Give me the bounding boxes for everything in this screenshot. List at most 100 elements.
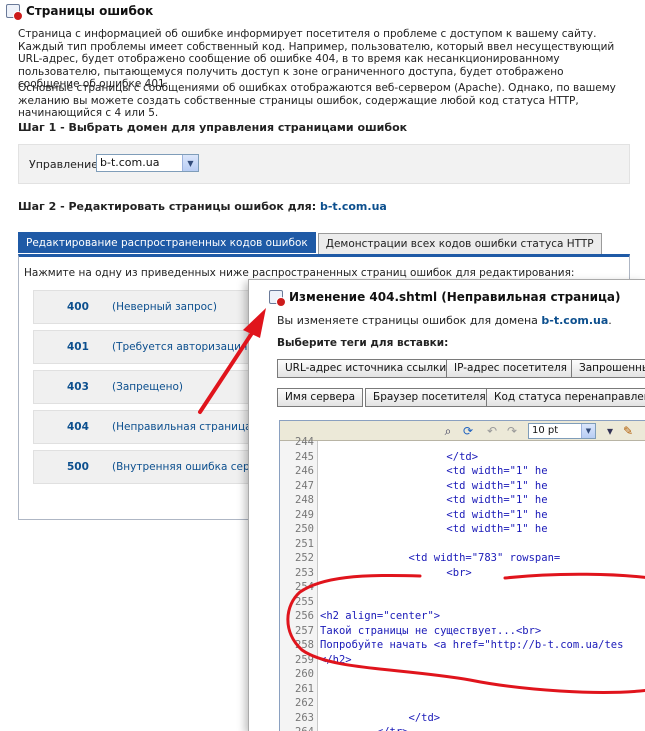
page-header: Страницы ошибок — [6, 4, 154, 21]
line-number: 253 — [295, 566, 314, 579]
line-number: 254 — [295, 581, 314, 593]
code-line[interactable]: 249 <td width="1" he — [280, 508, 645, 522]
code-line[interactable]: 246 <td width="1" he — [280, 464, 645, 478]
insert-visitor-browser-button[interactable]: Браузер посетителя — [365, 388, 494, 407]
line-number: 259 — [295, 653, 314, 666]
step1-title: Шаг 1 - Выбрать домен для управления стр… — [18, 121, 408, 134]
select-tags-label: Выберите теги для вставки: — [277, 337, 449, 349]
error-code-number[interactable]: 404 — [67, 421, 89, 433]
insert-server-name-button[interactable]: Имя сервера — [277, 388, 364, 407]
line-number: 249 — [295, 508, 314, 521]
error-code-description[interactable]: (Требуется авторизация) — [112, 341, 251, 353]
error-code-row-500[interactable]: 500 (Внутренняя ошибка серве — [33, 450, 271, 484]
code-line[interactable]: 254 — [280, 580, 645, 594]
code-line[interactable]: 261 — [280, 682, 645, 696]
step1-box: Управление: b-t.com.ua ▼ — [18, 144, 630, 184]
code-line[interactable]: 259 </h2> — [280, 653, 645, 667]
error-code-description[interactable]: (Запрещено) — [112, 381, 183, 393]
editor-domain-link[interactable]: b-t.com.ua — [541, 314, 608, 327]
error-code-description[interactable]: (Неверный запрос) — [112, 301, 217, 313]
line-code[interactable]: </td> — [320, 711, 441, 725]
line-code[interactable]: </td> — [320, 450, 478, 464]
code-line[interactable]: 260 — [280, 667, 645, 681]
error-code-number[interactable]: 403 — [67, 381, 89, 393]
line-code[interactable]: Попробуйте начать <a href="http://b-t.co… — [320, 638, 623, 652]
line-code[interactable]: <h2 align="center"> — [320, 609, 440, 623]
tab-common-error-codes[interactable]: Редактирование распространенных кодов ош… — [18, 232, 316, 253]
code-line[interactable]: 252 <td width="783" rowspan= — [280, 551, 645, 565]
insert-visitor-ip-button[interactable]: IP-адрес посетителя — [446, 359, 575, 378]
error-page-icon — [269, 290, 286, 307]
line-number: 264 — [280, 725, 314, 731]
code-line[interactable]: 250 <td width="1" he — [280, 522, 645, 536]
code-line[interactable]: 263 </td> — [280, 711, 645, 725]
editor-window: Изменение 404.shtml (Неправильная страни… — [248, 279, 645, 731]
panel-instruction: Нажмите на одну из приведенных ниже расп… — [24, 267, 575, 279]
chevron-down-icon[interactable]: ▼ — [182, 155, 198, 171]
editor-subtitle: Вы изменяете страницы ошибок для домена … — [277, 314, 612, 327]
line-code[interactable]: <td width="1" he — [320, 493, 547, 507]
error-code-number[interactable]: 500 — [67, 461, 89, 473]
code-line[interactable]: 247 <td width="1" he — [280, 479, 645, 493]
line-number: 263 — [295, 711, 314, 724]
intro-paragraph-2: Основные страницы с сообщениями об ошибк… — [18, 82, 616, 119]
page-title: Страницы ошибок — [26, 4, 154, 18]
line-number: 248 — [295, 494, 314, 506]
line-number: 261 — [295, 682, 314, 695]
line-number: 250 — [295, 523, 314, 535]
error-code-number[interactable]: 401 — [67, 341, 89, 353]
editor-subtitle-prefix: Вы изменяете страницы ошибок для домена — [277, 314, 542, 327]
error-code-row-404[interactable]: 404 (Неправильная страница) — [33, 410, 271, 444]
insert-requested-url-button[interactable]: Запрошенны — [571, 359, 645, 378]
line-number: 246 — [295, 465, 314, 477]
code-line[interactable]: 264 </tr> — [280, 725, 645, 731]
code-line[interactable]: 244 — [280, 435, 645, 449]
editor-title: Изменение 404.shtml (Неправильная страни… — [289, 290, 621, 304]
step2-title-prefix: Шаг 2 - Редактировать страницы ошибок дл… — [18, 200, 320, 213]
insert-redirect-status-button[interactable]: Код статуса перенаправлени — [486, 388, 645, 407]
domain-select-value: b-t.com.ua — [100, 156, 160, 169]
line-code[interactable]: </h2> — [320, 653, 352, 667]
error-page-icon — [6, 4, 23, 21]
code-line[interactable]: 248 <td width="1" he — [280, 493, 645, 507]
line-code[interactable]: <td width="1" he — [320, 479, 547, 493]
code-editor[interactable]: ⌕ ⟳ ↶ ↷ 10 pt ▼ ▾ ✎ 244 245 </td> 246 <td … — [279, 420, 645, 731]
code-line[interactable]: 257 Такой страницы не существует...<br> — [280, 624, 645, 638]
error-code-number[interactable]: 400 — [67, 301, 89, 313]
editor-subtitle-suffix: . — [608, 314, 612, 327]
domain-select-label: Управление: — [29, 158, 102, 171]
line-code[interactable]: <td width="1" he — [320, 464, 547, 478]
code-line[interactable]: 256 <h2 align="center"> — [280, 609, 645, 623]
code-line[interactable]: 253 <br> — [280, 566, 645, 580]
code-line[interactable]: 262 — [280, 696, 645, 710]
step2-title: Шаг 2 - Редактировать страницы ошибок дл… — [18, 200, 387, 213]
line-code[interactable]: <td width="1" he — [320, 522, 547, 536]
line-number: 247 — [295, 479, 314, 492]
error-code-description[interactable]: (Внутренняя ошибка серве — [112, 461, 262, 473]
error-code-row-400[interactable]: 400 (Неверный запрос) — [33, 290, 271, 324]
line-code[interactable]: <br> — [320, 566, 471, 580]
code-line[interactable]: 251 — [280, 537, 645, 551]
editor-header: Изменение 404.shtml (Неправильная страни… — [269, 290, 621, 307]
code-line[interactable]: 245 </td> — [280, 450, 645, 464]
line-number: 260 — [295, 668, 314, 680]
line-code[interactable]: </tr> — [320, 725, 409, 731]
insert-referrer-url-button[interactable]: URL-адрес источника ссылки — [277, 359, 455, 378]
tab-all-http-status-codes[interactable]: Демонстрации всех кодов ошибки статуса H… — [317, 233, 602, 254]
code-line[interactable]: 258 Попробуйте начать <a href="http://b-t… — [280, 638, 645, 652]
error-code-row-401[interactable]: 401 (Требуется авторизация) — [33, 330, 271, 364]
domain-select[interactable]: b-t.com.ua ▼ — [96, 154, 199, 172]
line-code[interactable]: <td width="783" rowspan= — [320, 551, 561, 565]
code-line[interactable]: 255 — [280, 595, 645, 609]
line-number: 245 — [295, 450, 314, 463]
line-number: 258 — [295, 639, 314, 651]
step2-domain-link[interactable]: b-t.com.ua — [320, 200, 387, 213]
line-code[interactable]: Такой страницы не существует...<br> — [320, 624, 541, 638]
line-number: 262 — [295, 697, 314, 709]
line-number: 257 — [295, 624, 314, 637]
error-code-description[interactable]: (Неправильная страница) — [112, 421, 256, 433]
line-code[interactable]: <td width="1" he — [320, 508, 547, 522]
error-code-row-403[interactable]: 403 (Запрещено) — [33, 370, 271, 404]
line-number: 255 — [295, 595, 314, 608]
line-number: 244 — [295, 436, 314, 448]
